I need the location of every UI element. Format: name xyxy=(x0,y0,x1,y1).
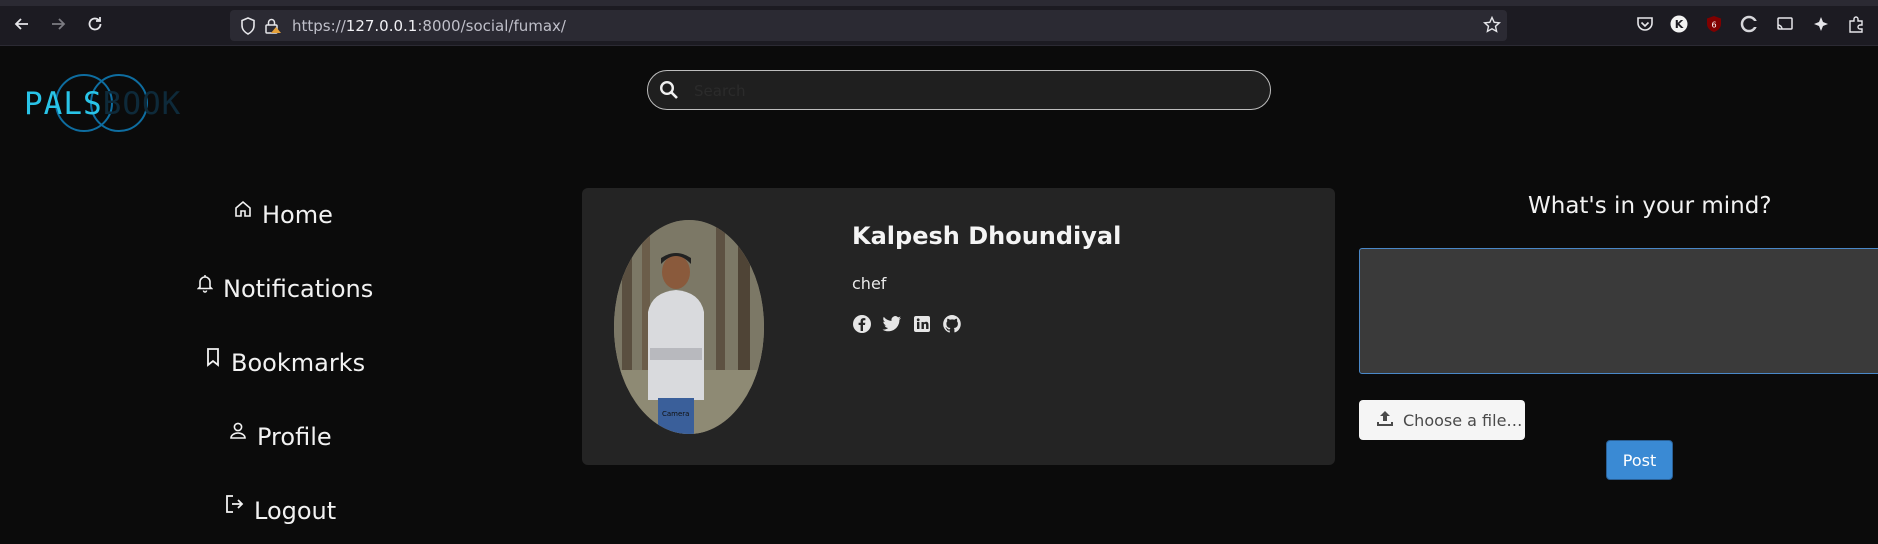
avatar-caption: Camera xyxy=(662,410,689,418)
sidebar-item-notifications[interactable]: Notifications xyxy=(196,275,374,303)
home-icon xyxy=(234,197,252,225)
shield-icon[interactable] xyxy=(240,17,256,39)
bookmark-star-icon[interactable] xyxy=(1482,15,1502,38)
sidebar-item-bookmarks[interactable]: Bookmarks xyxy=(205,348,366,377)
profile-occupation: chef xyxy=(852,274,887,293)
address-bar[interactable]: https://127.0.0.1:8000/social/fumax/ xyxy=(230,10,1507,41)
tab-strip xyxy=(0,0,1878,6)
bell-icon xyxy=(196,271,214,299)
linkedin-icon[interactable] xyxy=(912,314,932,334)
github-icon[interactable] xyxy=(942,314,962,334)
ublock-count: 6 xyxy=(1711,21,1716,30)
profile-card: Camera Kalpesh Dhoundiyal chef xyxy=(582,188,1335,465)
avatar-photo: Camera xyxy=(614,220,764,434)
upload-icon xyxy=(1376,409,1394,431)
post-button[interactable]: Post xyxy=(1606,440,1673,480)
sidebar-item-label: Bookmarks xyxy=(231,349,366,377)
sidebar-item-logout[interactable]: Logout xyxy=(224,495,337,525)
palsbook-logo[interactable]: PALSBOOK xyxy=(24,74,184,132)
ublock-icon[interactable]: 6 xyxy=(1704,14,1724,34)
sidebar-item-profile[interactable]: Profile xyxy=(229,422,332,451)
logo-text-pals: PALS xyxy=(24,86,103,122)
choose-file-label: Choose a file… xyxy=(1403,410,1523,430)
sidebar-item-label: Notifications xyxy=(223,275,374,303)
url-text[interactable]: https://127.0.0.1:8000/social/fumax/ xyxy=(292,17,566,35)
person-icon xyxy=(229,419,247,447)
back-icon[interactable] xyxy=(11,13,33,35)
pocket-icon[interactable] xyxy=(1635,14,1655,34)
sidebar-item-home[interactable]: Home xyxy=(234,200,333,229)
browser-toolbar: https://127.0.0.1:8000/social/fumax/ K 6 xyxy=(0,0,1878,46)
sidebar-item-label: Logout xyxy=(254,497,337,525)
bookmark-icon xyxy=(205,345,221,373)
sparkle-icon[interactable] xyxy=(1811,14,1831,34)
choose-file-button[interactable]: Choose a file… xyxy=(1359,400,1525,440)
profile-name: Kalpesh Dhoundiyal xyxy=(852,222,1122,250)
extension-k-icon[interactable]: K xyxy=(1669,14,1689,34)
twitter-icon[interactable] xyxy=(882,314,902,334)
post-textarea[interactable] xyxy=(1359,248,1878,374)
cast-icon[interactable] xyxy=(1775,14,1795,34)
logo-text-book: BOOK xyxy=(102,86,182,122)
search-input[interactable] xyxy=(692,77,1256,105)
logout-icon xyxy=(224,493,244,521)
facebook-icon[interactable] xyxy=(852,314,872,334)
extension-k-badge: K xyxy=(1675,18,1684,31)
reload-icon[interactable] xyxy=(84,13,106,35)
search-bar[interactable] xyxy=(647,70,1271,110)
extensions-puzzle-icon[interactable] xyxy=(1846,14,1866,34)
forward-icon[interactable] xyxy=(47,13,69,35)
profile-avatar: Camera xyxy=(614,220,764,434)
post-button-label: Post xyxy=(1622,450,1657,470)
logo-text: PALSBOOK xyxy=(24,86,181,122)
composer-title: What's in your mind? xyxy=(1528,193,1772,219)
sidebar-item-label: Home xyxy=(262,201,333,229)
insecure-lock-icon[interactable] xyxy=(264,17,282,39)
extension-c-icon[interactable] xyxy=(1739,14,1759,34)
social-links xyxy=(852,314,962,334)
sidebar-item-label: Profile xyxy=(257,423,332,451)
search-icon xyxy=(659,80,678,99)
